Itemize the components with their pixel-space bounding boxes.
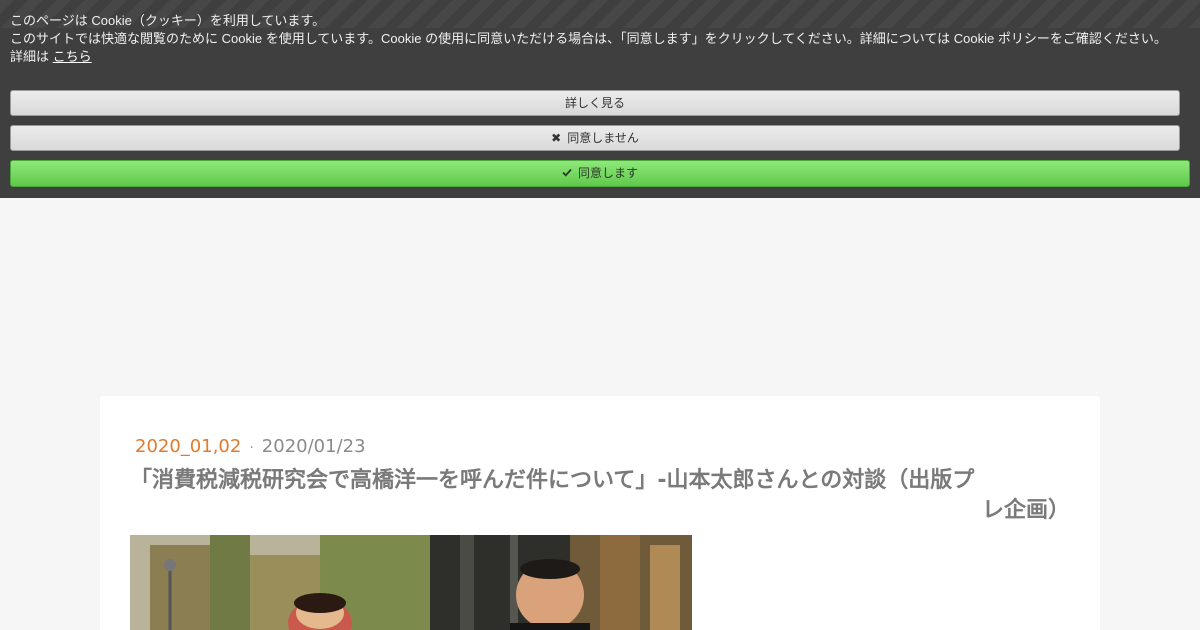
cookie-details-prefix: 詳細は (10, 49, 50, 64)
cookie-consent-banner: このページは Cookie（クッキー）を利用しています。 このサイトでは快適な閲… (0, 0, 1200, 198)
close-icon: ✖ (551, 131, 562, 145)
cookie-details-link[interactable]: こちら (53, 49, 92, 64)
photo-scene (130, 535, 692, 630)
learn-more-button[interactable]: 詳しく見る (10, 90, 1180, 116)
post-meta: 2020_01,02 · 2020/01/23 (135, 436, 366, 459)
cookie-heading: このページは Cookie（クッキー）を利用しています。 (10, 13, 326, 28)
learn-more-label: 詳しく見る (564, 96, 625, 110)
post-category[interactable]: 2020_01,02 (135, 436, 241, 457)
post-title-line-2: レ企画） (981, 498, 1070, 523)
post-title[interactable]: 「消費税減税研究会で高橋洋一を呼んだ件について」-山本太郎さんとの対談（出版プ … (130, 466, 1070, 526)
cookie-message: このページは Cookie（クッキー）を利用しています。 このサイトでは快適な閲… (10, 12, 1190, 66)
accept-label: 同意します (577, 166, 638, 180)
meta-separator: · (249, 440, 254, 456)
post-photo[interactable] (130, 535, 692, 630)
decline-label: 同意しません (567, 131, 639, 145)
cookie-details-line: 詳細は こちら (10, 48, 1190, 66)
decline-button[interactable]: ✖ 同意しません (10, 125, 1180, 151)
checkmark-icon (562, 161, 572, 185)
cookie-description: このサイトでは快適な閲覧のために Cookie を使用しています。Cookie … (10, 31, 1167, 46)
accept-button[interactable]: 同意します (10, 160, 1190, 187)
post-date: 2020/01/23 (261, 436, 366, 457)
post-title-line-1: 「消費税減税研究会で高橋洋一を呼んだ件について」-山本太郎さんとの対談（出版プ (130, 468, 975, 493)
